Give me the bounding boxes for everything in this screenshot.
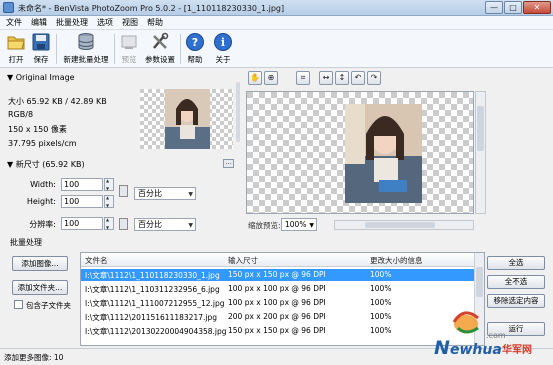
help-button[interactable]: ? 帮助 bbox=[184, 32, 206, 66]
batch-label: 批量处理 bbox=[10, 238, 42, 247]
preview-vertical-scrollbar[interactable] bbox=[475, 91, 486, 214]
width-label: Width: bbox=[30, 180, 56, 189]
add-image-button[interactable]: 添加图像... bbox=[12, 256, 68, 271]
title-bar: 未命名* - BenVista PhotoZoom Pro 5.0.2 - [1… bbox=[0, 0, 553, 16]
save-button[interactable]: 保存 bbox=[30, 32, 52, 66]
deselect-all-button[interactable]: 全不选 bbox=[487, 275, 545, 289]
column-resize-info[interactable]: 更改大小的信息 bbox=[370, 255, 423, 266]
zoom-label: 缩放预览: bbox=[248, 221, 281, 230]
svg-text:?: ? bbox=[192, 36, 198, 49]
rotate-right-icon[interactable]: ↷ bbox=[367, 71, 381, 85]
minimize-button[interactable]: — bbox=[485, 1, 503, 14]
width-input[interactable] bbox=[61, 178, 103, 191]
zoom-select[interactable]: 100% ▼ bbox=[281, 218, 317, 231]
table-header: 文件名 输入尺寸 更改大小的信息 bbox=[81, 253, 475, 267]
toolbar-separator bbox=[56, 34, 57, 64]
original-size: 大小 65.92 KB / 42.89 KB bbox=[8, 97, 107, 106]
svg-text:i: i bbox=[221, 36, 225, 49]
chevron-down-icon: ▼ bbox=[309, 222, 314, 229]
preview-icon bbox=[121, 35, 137, 49]
chevron-down-icon: ▼ bbox=[188, 222, 193, 229]
folder-open-icon bbox=[7, 36, 25, 50]
svg-text:N: N bbox=[434, 337, 450, 359]
toolbar-separator bbox=[114, 34, 115, 64]
help-icon: ? bbox=[186, 33, 204, 51]
batch-file-table: 文件名 输入尺寸 更改大小的信息 I:\文章\1112\1_1101182303… bbox=[80, 252, 485, 346]
menu-edit[interactable]: 编辑 bbox=[31, 16, 47, 29]
newhua-watermark-logo: N ewhua 华军网 .com bbox=[434, 311, 532, 359]
original-resolution: 37.795 pixels/cm bbox=[8, 139, 77, 148]
height-label: Height: bbox=[26, 197, 56, 206]
database-icon bbox=[78, 33, 94, 50]
table-row[interactable]: I:\文章\1112\20130220004904358.jpg 150 px … bbox=[81, 325, 475, 337]
settings-button[interactable]: 参数设置 bbox=[144, 32, 176, 66]
svg-text:ewhua: ewhua bbox=[450, 342, 502, 358]
menu-options[interactable]: 选项 bbox=[97, 16, 113, 29]
flip-vertical-icon[interactable]: ↕ bbox=[335, 71, 349, 85]
zoom-tool-icon[interactable]: ⊕ bbox=[264, 71, 278, 85]
height-input[interactable] bbox=[61, 195, 103, 208]
include-subfolders-label: 包含子文件夹 bbox=[26, 301, 71, 310]
preview-image bbox=[247, 92, 473, 213]
crop-tool-icon[interactable]: ⌗ bbox=[296, 71, 310, 85]
panel-splitter[interactable] bbox=[235, 72, 241, 232]
add-folder-button[interactable]: 添加文件夹... bbox=[12, 280, 68, 295]
original-image-header[interactable]: ▼ Original Image bbox=[7, 73, 75, 82]
close-button[interactable]: ✕ bbox=[523, 1, 551, 14]
table-row[interactable]: I:\文章\1112\1_111007212955_12.jpg 100 px … bbox=[81, 297, 475, 309]
preview-horizontal-scrollbar[interactable] bbox=[334, 220, 474, 230]
chevron-down-icon: ▼ bbox=[188, 191, 193, 198]
info-icon: i bbox=[214, 33, 232, 51]
floppy-disk-icon bbox=[32, 33, 50, 51]
window-title: 未命名* - BenVista PhotoZoom Pro 5.0.2 - [1… bbox=[18, 4, 285, 13]
new-size-header[interactable]: ▼ 新尺寸 (65.92 KB) bbox=[7, 159, 85, 170]
table-row[interactable]: I:\文章\1112\201151611183217.jpg 200 px x … bbox=[81, 311, 475, 323]
flip-horizontal-icon[interactable]: ↔ bbox=[319, 71, 333, 85]
open-button[interactable]: 打开 bbox=[5, 32, 27, 66]
tools-icon bbox=[153, 32, 169, 49]
resolution-lock-icon[interactable] bbox=[119, 218, 128, 230]
toolbar-separator bbox=[180, 34, 181, 64]
menu-bar: 文件 编辑 批量处理 选项 视图 帮助 bbox=[0, 16, 553, 30]
original-dimensions: 150 x 150 像素 bbox=[8, 125, 67, 134]
rotate-left-icon[interactable]: ↶ bbox=[351, 71, 365, 85]
status-text: 添加更多图像: 10 bbox=[4, 353, 64, 362]
svg-text:华军网: 华军网 bbox=[502, 343, 532, 356]
preview-button[interactable]: 预览 bbox=[118, 32, 140, 66]
toolbar: 打开 保存 新建批量处理 预览 参数设置 ? 帮助 i 关于 bbox=[0, 30, 553, 68]
width-stepper[interactable] bbox=[104, 178, 114, 191]
preview-canvas[interactable] bbox=[246, 91, 474, 214]
svg-text:.com: .com bbox=[486, 331, 506, 340]
settings-panel: ▼ Original Image 大小 65.92 KB / 42.89 KB … bbox=[3, 69, 234, 236]
column-filename[interactable]: 文件名 bbox=[85, 255, 108, 266]
resolution-stepper[interactable] bbox=[104, 217, 114, 230]
about-button[interactable]: i 关于 bbox=[212, 32, 234, 66]
resolution-unit-select[interactable]: 百分比 ▼ bbox=[134, 218, 196, 231]
new-batch-button[interactable]: 新建批量处理 bbox=[60, 32, 112, 66]
hand-tool-icon[interactable]: ✋ bbox=[248, 71, 262, 85]
menu-batch[interactable]: 批量处理 bbox=[56, 16, 88, 29]
maximize-button[interactable]: □ bbox=[504, 1, 522, 14]
menu-view[interactable]: 视图 bbox=[122, 16, 138, 29]
original-thumbnail bbox=[140, 89, 233, 149]
aspect-lock-icon[interactable] bbox=[119, 185, 128, 197]
menu-help[interactable]: 帮助 bbox=[147, 16, 163, 29]
more-options-button[interactable]: ... bbox=[223, 159, 234, 168]
color-mode: RGB/8 bbox=[8, 110, 34, 119]
resolution-input[interactable] bbox=[61, 217, 103, 230]
table-row[interactable]: I:\文章\1112\1_110118230330_1.jpg 150 px x… bbox=[81, 269, 475, 281]
size-unit-select[interactable]: 百分比 ▼ bbox=[134, 187, 196, 200]
column-input-size[interactable]: 输入尺寸 bbox=[228, 255, 258, 266]
table-row[interactable]: I:\文章\1112\1_110311232956_6.jpg 100 px x… bbox=[81, 283, 475, 295]
height-stepper[interactable] bbox=[104, 195, 114, 208]
resolution-label: 分辨率: bbox=[29, 220, 56, 229]
menu-file[interactable]: 文件 bbox=[6, 16, 22, 29]
app-icon bbox=[3, 2, 14, 13]
select-all-button[interactable]: 全选 bbox=[487, 256, 545, 270]
include-subfolders-checkbox[interactable] bbox=[14, 300, 23, 309]
